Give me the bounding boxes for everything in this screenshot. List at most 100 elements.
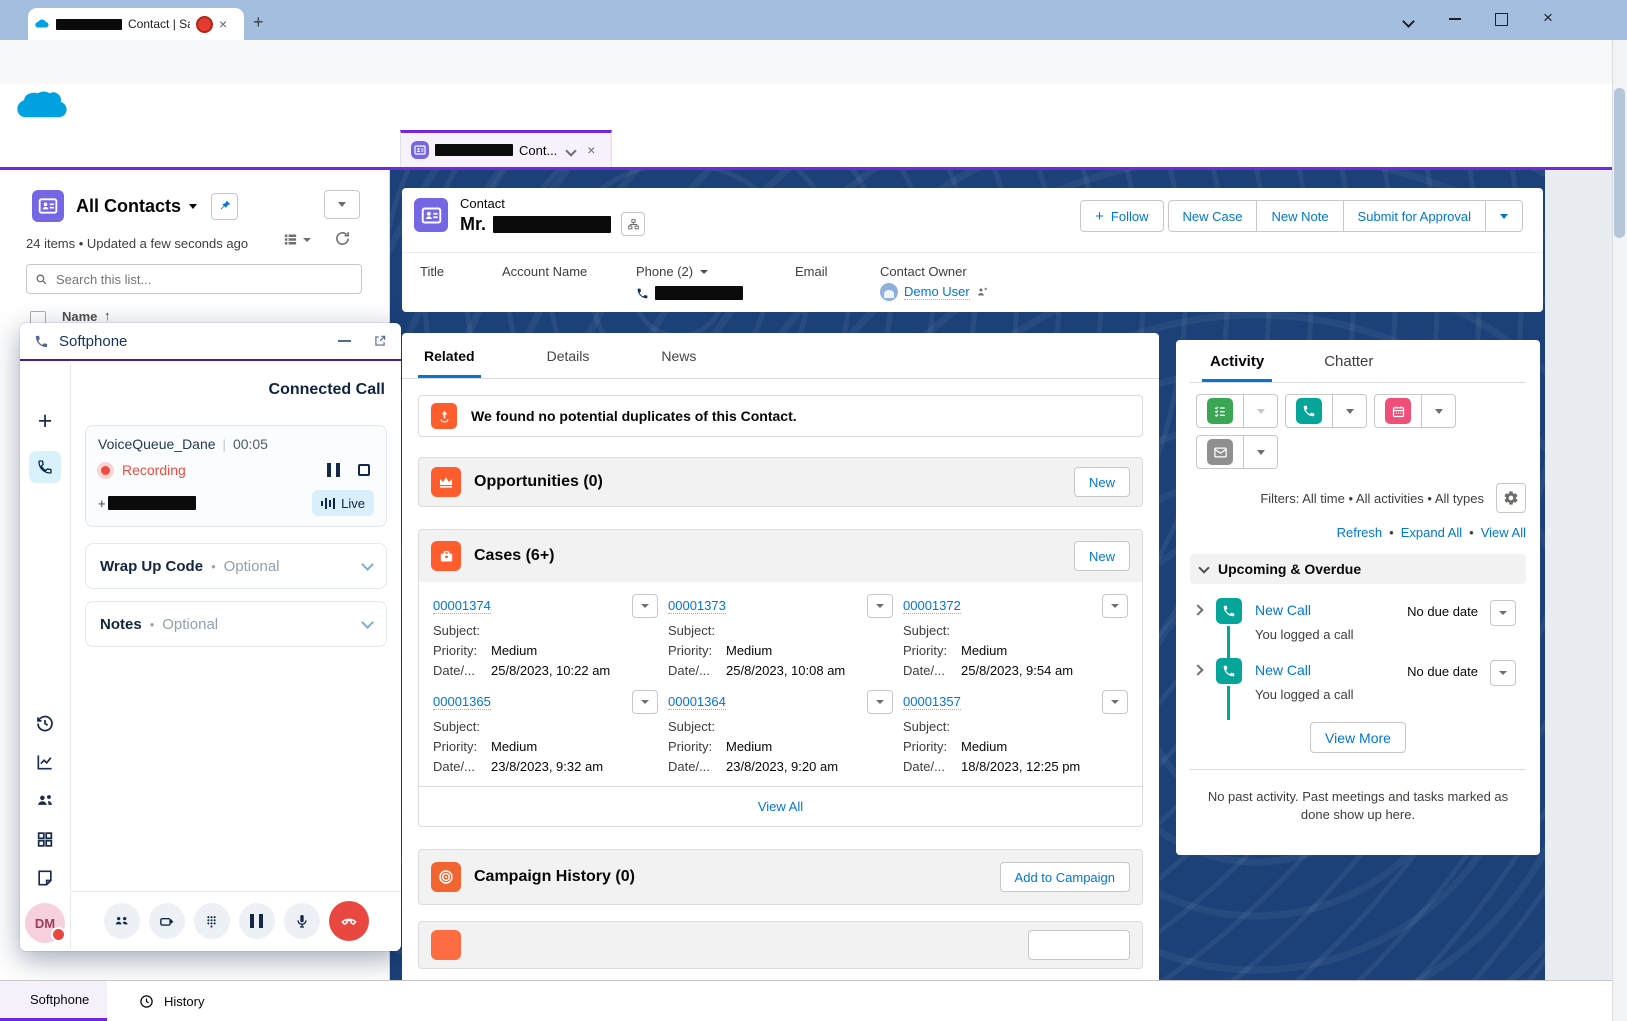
opportunities-section[interactable]: Opportunities (0) New <box>418 457 1143 507</box>
activity-filter-settings-button[interactable] <box>1496 483 1526 513</box>
case-number-link[interactable]: 00001372 <box>903 598 961 614</box>
display-as-button[interactable] <box>283 232 311 247</box>
view-all-cases-link[interactable]: View All <box>758 799 803 814</box>
new-call-plus-icon[interactable]: + <box>38 407 53 436</box>
window-close-button[interactable]: × <box>1543 8 1553 28</box>
activity-item-dropdown[interactable] <box>1490 600 1516 626</box>
list-actions-dropdown-button[interactable] <box>324 190 360 219</box>
utility-softphone-tab[interactable]: Softphone <box>0 981 107 1021</box>
case-actions-dropdown[interactable] <box>632 690 658 714</box>
history-icon[interactable] <box>35 713 56 734</box>
refresh-link[interactable]: Refresh <box>1337 525 1383 540</box>
record-tab-chevron-icon[interactable] <box>567 143 575 158</box>
new-tab-button[interactable]: + <box>253 12 264 33</box>
contacts-people-icon[interactable] <box>35 790 56 811</box>
phone-field-label-row[interactable]: Phone (2) <box>636 264 708 279</box>
case-actions-dropdown[interactable] <box>1102 594 1128 618</box>
list-view-title[interactable]: All Contacts <box>76 196 181 217</box>
tab-close-icon[interactable]: × <box>219 16 227 32</box>
live-transcription-badge[interactable]: Live <box>312 490 374 516</box>
case-number-link[interactable]: 00001373 <box>668 598 726 614</box>
phone-dropdown-icon[interactable] <box>700 270 708 274</box>
mute-mic-button[interactable] <box>284 903 320 939</box>
expand-all-link[interactable]: Expand All <box>1401 525 1462 540</box>
list-search-box[interactable] <box>26 264 362 294</box>
new-task-button[interactable] <box>1196 394 1244 428</box>
log-call-button[interactable] <box>1285 394 1333 428</box>
case-actions-dropdown[interactable] <box>867 594 893 618</box>
agent-avatar[interactable]: DM <box>25 903 65 943</box>
popout-icon[interactable] <box>373 334 387 348</box>
dialpad-button[interactable] <box>194 903 230 939</box>
case-number-link[interactable]: 00001365 <box>433 694 491 710</box>
notes-memo-icon[interactable] <box>35 868 55 888</box>
case-actions-dropdown[interactable] <box>867 690 893 714</box>
new-event-dropdown[interactable] <box>1422 394 1456 428</box>
window-maximize-button[interactable] <box>1495 13 1508 26</box>
view-hierarchy-button[interactable] <box>621 212 645 236</box>
submit-for-approval-button[interactable]: Submit for Approval <box>1344 200 1486 232</box>
campaign-history-title[interactable]: Campaign History (0) <box>474 868 635 886</box>
new-event-button[interactable] <box>1374 394 1422 428</box>
wrap-up-code-accordion[interactable]: Wrap Up Code • Optional <box>85 543 387 589</box>
add-to-campaign-button[interactable]: Add to Campaign <box>1000 862 1130 892</box>
view-more-button[interactable]: View More <box>1310 722 1406 753</box>
notes-accordion[interactable]: Notes • Optional <box>85 601 387 647</box>
cases-header[interactable]: Cases (6+) New <box>419 530 1142 582</box>
case-number-link[interactable]: 00001364 <box>668 694 726 710</box>
expand-item-chevron-icon[interactable] <box>1192 604 1203 615</box>
section-collapse-chevron-icon[interactable] <box>1198 562 1209 573</box>
new-note-button[interactable]: New Note <box>1257 200 1343 232</box>
minimize-icon[interactable] <box>338 340 351 342</box>
utility-history-tab[interactable]: History <box>119 981 224 1021</box>
pin-list-button[interactable] <box>211 193 238 220</box>
window-menu-chevron-icon[interactable] <box>1404 14 1413 29</box>
activity-item-title[interactable]: New Call <box>1255 602 1311 618</box>
follow-button[interactable]: +Follow <box>1080 200 1163 232</box>
tab-news[interactable]: News <box>661 348 696 364</box>
new-task-dropdown[interactable] <box>1244 394 1278 428</box>
scrollbar-thumb[interactable] <box>1614 88 1625 238</box>
tab-chatter[interactable]: Chatter <box>1324 353 1373 370</box>
email-button[interactable] <box>1196 435 1244 469</box>
activity-item-dropdown[interactable] <box>1490 660 1516 686</box>
next-section-button[interactable] <box>1028 930 1130 960</box>
opportunities-title[interactable]: Opportunities (0) <box>474 473 603 491</box>
transfer-call-button[interactable] <box>104 903 140 939</box>
owner-link[interactable]: Demo User <box>904 284 970 300</box>
sort-arrow-icon[interactable]: ↑ <box>104 308 111 323</box>
end-call-button[interactable] <box>329 901 369 941</box>
nav-tab-record-active[interactable]: Cont... × <box>400 130 612 167</box>
phone-field-value[interactable] <box>636 286 743 300</box>
more-actions-dropdown-button[interactable] <box>1486 200 1523 232</box>
log-call-dropdown[interactable] <box>1333 394 1367 428</box>
name-column-header[interactable]: Name <box>62 309 97 324</box>
email-dropdown[interactable] <box>1244 435 1278 469</box>
activity-item-title[interactable]: New Call <box>1255 662 1311 678</box>
new-case-button[interactable]: New <box>1074 541 1130 571</box>
new-case-button[interactable]: New Case <box>1168 200 1258 232</box>
expand-item-chevron-icon[interactable] <box>1192 664 1203 675</box>
stop-recording-icon[interactable] <box>358 464 370 476</box>
list-view-dropdown-icon[interactable] <box>189 204 197 209</box>
tab-details[interactable]: Details <box>547 348 590 364</box>
list-search-input[interactable] <box>54 271 353 288</box>
pause-recording-icon[interactable] <box>327 463 340 477</box>
view-all-link[interactable]: View All <box>1481 525 1526 540</box>
tab-activity[interactable]: Activity <box>1210 340 1264 382</box>
case-actions-dropdown[interactable] <box>632 594 658 618</box>
new-opportunity-button[interactable]: New <box>1074 467 1130 497</box>
upcoming-overdue-section-header[interactable]: Upcoming & Overdue <box>1190 554 1526 584</box>
cases-title[interactable]: Cases (6+) <box>474 547 555 565</box>
record-tab-close-icon[interactable]: × <box>587 142 595 158</box>
refresh-list-icon[interactable] <box>334 230 351 247</box>
switch-device-button[interactable] <box>149 903 185 939</box>
case-actions-dropdown[interactable] <box>1102 690 1128 714</box>
browser-tab[interactable]: Contact | Sal × <box>28 8 244 40</box>
tab-related[interactable]: Related <box>424 333 475 378</box>
case-number-link[interactable]: 00001374 <box>433 598 491 614</box>
window-minimize-button[interactable] <box>1449 18 1461 20</box>
campaign-history-section[interactable]: Campaign History (0) Add to Campaign <box>418 849 1143 905</box>
case-number-link[interactable]: 00001357 <box>903 694 961 710</box>
change-owner-icon[interactable] <box>976 286 988 298</box>
